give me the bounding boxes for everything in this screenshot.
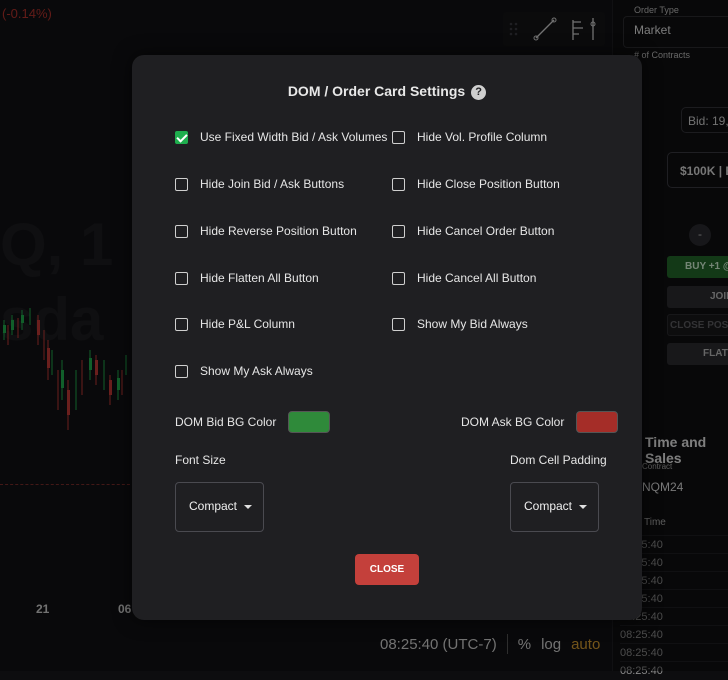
cell-padding-select[interactable]: Compact <box>510 482 599 532</box>
option-hide-cancel-order[interactable]: Hide Cancel Order Button <box>392 224 554 238</box>
option-fixed-width-volumes[interactable]: Use Fixed Width Bid / Ask Volumes <box>175 130 387 144</box>
checkbox[interactable] <box>392 177 405 191</box>
checkbox[interactable] <box>175 177 188 191</box>
option-hide-flatten-all[interactable]: Hide Flatten All Button <box>175 271 319 285</box>
option-show-my-ask[interactable]: Show My Ask Always <box>175 364 313 378</box>
font-size-select[interactable]: Compact <box>175 482 264 532</box>
checkbox[interactable] <box>175 271 188 285</box>
option-show-my-bid[interactable]: Show My Bid Always <box>392 317 528 331</box>
option-label: Hide Close Position Button <box>417 177 560 191</box>
bid-bg-color-row: DOM Bid BG Color <box>175 411 331 433</box>
checkbox[interactable] <box>392 224 405 238</box>
option-label: Use Fixed Width Bid / Ask Volumes <box>200 130 388 144</box>
close-button[interactable]: CLOSE <box>355 554 419 585</box>
option-hide-join-buttons[interactable]: Hide Join Bid / Ask Buttons <box>175 177 344 191</box>
ask-bg-color-row: DOM Ask BG Color <box>461 411 619 433</box>
option-hide-reverse-position[interactable]: Hide Reverse Position Button <box>175 224 357 238</box>
cell-padding-label: Dom Cell Padding <box>510 453 607 467</box>
caret-down-icon <box>579 505 587 509</box>
option-label: Hide Join Bid / Ask Buttons <box>200 177 345 191</box>
option-label: Hide Cancel Order Button <box>417 224 555 238</box>
option-label: Hide Flatten All Button <box>200 271 319 285</box>
help-icon[interactable]: ? <box>471 85 487 100</box>
checkbox[interactable] <box>392 130 405 144</box>
ask-bg-color-label: DOM Ask BG Color <box>461 415 565 429</box>
bid-bg-color-label: DOM Bid BG Color <box>175 415 277 429</box>
option-label: Show My Bid Always <box>417 317 528 331</box>
checkbox[interactable] <box>392 317 405 331</box>
option-hide-cancel-all[interactable]: Hide Cancel All Button <box>392 271 536 285</box>
font-size-value: Compact <box>189 499 238 513</box>
option-label: Show My Ask Always <box>200 364 313 378</box>
bid-bg-color-swatch[interactable] <box>288 411 331 433</box>
option-hide-close-position[interactable]: Hide Close Position Button <box>392 177 560 191</box>
checkbox[interactable] <box>175 130 188 144</box>
option-label: Hide Vol. Profile Column <box>417 130 548 144</box>
settings-modal: DOM / Order Card Settings? Use Fixed Wid… <box>132 55 642 620</box>
option-label: Hide Reverse Position Button <box>200 224 357 238</box>
checkbox[interactable] <box>392 271 405 285</box>
option-label: Hide P&L Column <box>200 317 295 331</box>
caret-down-icon <box>244 505 252 509</box>
cell-padding-value: Compact <box>524 499 573 513</box>
option-hide-vol-profile[interactable]: Hide Vol. Profile Column <box>392 130 547 144</box>
modal-title-row: DOM / Order Card Settings? <box>132 83 642 100</box>
ask-bg-color-swatch[interactable] <box>576 411 619 433</box>
checkbox[interactable] <box>175 317 188 331</box>
checkbox[interactable] <box>175 224 188 238</box>
font-size-label: Font Size <box>175 453 226 467</box>
option-label: Hide Cancel All Button <box>417 271 537 285</box>
checkbox[interactable] <box>175 364 188 378</box>
modal-title: DOM / Order Card Settings <box>287 83 466 99</box>
option-hide-pnl-column[interactable]: Hide P&L Column <box>175 317 295 331</box>
